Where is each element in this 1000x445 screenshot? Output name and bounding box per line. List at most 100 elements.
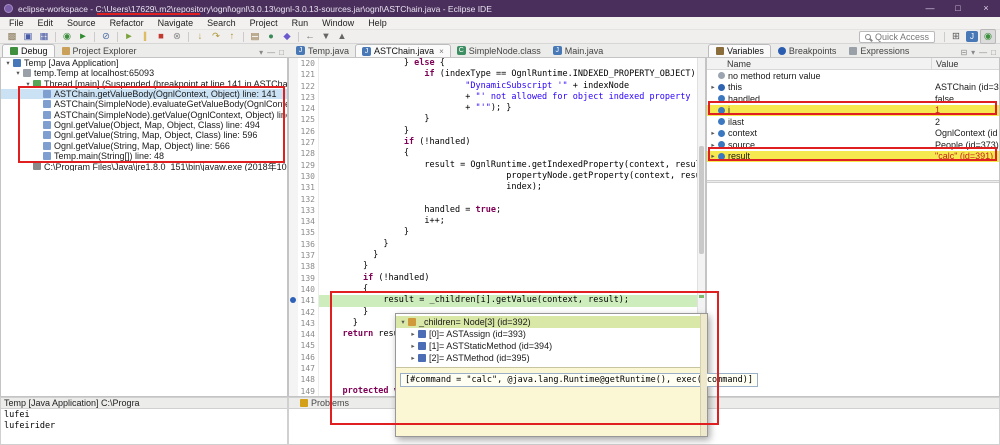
debug-tree-row[interactable]: Temp.main(String[]) line: 48 [1, 151, 287, 161]
maximize-button[interactable]: □ [944, 0, 972, 17]
annotation-ruler-cell[interactable] [289, 318, 298, 329]
code-line-132[interactable]: 132 [289, 194, 697, 205]
variable-row-no-method-return-value[interactable]: no method return value [707, 70, 999, 82]
tree-expander-icon[interactable]: ▸ [709, 83, 717, 91]
code-line-134[interactable]: 134 i++; [289, 216, 697, 227]
scrollbar-thumb[interactable] [699, 146, 704, 254]
code-line-138[interactable]: 138 } [289, 261, 697, 272]
collapse-all-icon[interactable]: ⊟ [960, 48, 967, 57]
menu-edit[interactable]: Edit [31, 18, 61, 28]
save-all-icon[interactable]: ▦ [36, 30, 52, 43]
resume-icon[interactable]: ► [121, 30, 137, 43]
variable-row-this[interactable]: ▸thisASTChain (id=39 [707, 82, 999, 94]
menu-help[interactable]: Help [361, 18, 394, 28]
annotation-ruler-cell[interactable] [289, 81, 298, 92]
annotation-ruler-cell[interactable] [289, 92, 298, 103]
popup-tree-row[interactable]: ▾_children= Node[3] (id=392) [396, 316, 707, 328]
java-perspective-icon[interactable]: J [966, 31, 978, 42]
tab-debug[interactable]: Debug [2, 44, 55, 57]
popup-tree-row[interactable]: ▸[2]= ASTMethod (id=395) [396, 352, 707, 364]
code-line-133[interactable]: 133 handled = true; [289, 205, 697, 216]
code-line-128[interactable]: 128 { [289, 148, 697, 159]
tree-expander-icon[interactable]: ▾ [14, 69, 22, 77]
annotation-ruler-cell[interactable] [289, 307, 298, 318]
code-line-140[interactable]: 140 { [289, 284, 697, 295]
editor-tab-astchain.java[interactable]: JASTChain.java× [355, 44, 451, 57]
debug-perspective-icon[interactable]: ◉ [980, 29, 996, 44]
code-line-123[interactable]: 123 + "' not allowed for object indexed … [289, 92, 697, 103]
menu-window[interactable]: Window [315, 18, 361, 28]
breakpoint-icon[interactable] [290, 297, 296, 303]
annotation-ruler-cell[interactable] [289, 340, 298, 351]
debug-tree-row[interactable]: ASTChain(SimpleNode).evaluateGetValueBod… [1, 99, 287, 109]
debug-tree-row[interactable]: Ognl.getValue(Object, Map, Object, Class… [1, 120, 287, 130]
column-name[interactable]: Name [707, 58, 931, 69]
debug-tree-row[interactable]: ASTChain.getValueBody(OgnlContext, Objec… [1, 89, 287, 99]
annotation-ruler-cell[interactable] [289, 171, 298, 182]
menu-run[interactable]: Run [285, 18, 316, 28]
close-icon[interactable]: × [439, 47, 444, 56]
editor-tab-main.java[interactable]: JMain.java [547, 44, 610, 57]
tree-expander-icon[interactable]: ▸ [409, 354, 417, 362]
tree-expander-icon[interactable]: ▸ [409, 330, 417, 338]
last-edit-location-icon[interactable]: ← [302, 30, 318, 43]
open-type-icon[interactable]: ◆ [279, 30, 295, 43]
code-line-121[interactable]: 121 if (indexType == OgnlRuntime.INDEXED… [289, 69, 697, 80]
new-java-project-icon[interactable]: ▤ [247, 30, 263, 43]
variable-row-source[interactable]: ▸sourcePeople (id=373) [707, 139, 999, 151]
debug-tree-row[interactable]: Ognl.getValue(String, Map, Object, Class… [1, 130, 287, 140]
popup-tree-row[interactable]: ▸[0]= ASTAssign (id=393) [396, 328, 707, 340]
tree-expander-icon[interactable]: ▸ [709, 141, 717, 149]
tab-variables[interactable]: Variables [708, 44, 771, 57]
variable-row-result[interactable]: ▸result"calc" (id=391) [707, 151, 999, 163]
debug-tree-row[interactable]: ASTChain(SimpleNode).getValue(OgnlContex… [1, 109, 287, 119]
popup-tree-row[interactable]: ▸[1]= ASTStaticMethod (id=394) [396, 340, 707, 352]
open-perspective-icon[interactable]: ⊞ [948, 30, 964, 43]
annotation-ruler-cell[interactable] [289, 69, 298, 80]
code-line-131[interactable]: 131 index); [289, 182, 697, 193]
view-menu-icon[interactable]: ▾ [971, 48, 975, 57]
popup-scrollbar[interactable] [700, 314, 707, 436]
column-value[interactable]: Value [931, 58, 999, 69]
annotation-ruler-cell[interactable] [289, 103, 298, 114]
code-line-129[interactable]: 129 result = OgnlRuntime.getIndexedPrope… [289, 160, 697, 171]
code-line-122[interactable]: 122 "DynamicSubscript '" + indexNode [289, 81, 697, 92]
variable-row-context[interactable]: ▸contextOgnlContext (id [707, 128, 999, 140]
tree-expander-icon[interactable]: ▸ [709, 152, 717, 160]
annotation-ruler-cell[interactable] [289, 205, 298, 216]
tree-expander-icon[interactable]: ▾ [399, 318, 407, 326]
menu-file[interactable]: File [2, 18, 31, 28]
tree-expander-icon[interactable]: ▸ [409, 342, 417, 350]
run-icon[interactable]: ► [75, 30, 91, 43]
code-line-136[interactable]: 136 } [289, 239, 697, 250]
close-button[interactable]: × [972, 0, 1000, 17]
menu-search[interactable]: Search [200, 18, 243, 28]
variable-row-i[interactable]: i1 [707, 105, 999, 117]
annotation-ruler-cell[interactable] [289, 284, 298, 295]
variable-row-ilast[interactable]: ilast2 [707, 116, 999, 128]
previous-annotation-icon[interactable]: ▲ [334, 30, 350, 43]
annotation-ruler-cell[interactable] [289, 194, 298, 205]
annotation-ruler-cell[interactable] [289, 227, 298, 238]
annotation-ruler-cell[interactable] [289, 126, 298, 137]
tab-project-explorer[interactable]: Project Explorer [55, 44, 143, 57]
skip-breakpoints-icon[interactable]: ⊘ [98, 30, 114, 43]
minimize-view-icon[interactable]: — [267, 48, 275, 57]
debug-tree-row[interactable]: C:\Program Files\Java\jre1.8.0_151\bin\j… [1, 161, 287, 171]
next-annotation-icon[interactable]: ▼ [318, 30, 334, 43]
code-line-137[interactable]: 137 } [289, 250, 697, 261]
annotation-ruler-cell[interactable] [289, 273, 298, 284]
annotation-ruler-cell[interactable] [289, 216, 298, 227]
code-line-120[interactable]: 120 } else { [289, 58, 697, 69]
new-wizard-icon[interactable]: ▩ [4, 30, 20, 43]
annotation-ruler-cell[interactable] [289, 137, 298, 148]
step-over-icon[interactable]: ↷ [208, 30, 224, 43]
code-line-127[interactable]: 127 if (!handled) [289, 137, 697, 148]
tab-breakpoints[interactable]: Breakpoints [771, 44, 843, 57]
code-line-130[interactable]: 130 propertyNode.getProperty(context, re… [289, 171, 697, 182]
console-title[interactable]: Temp [Java Application] C:\Progra [0, 397, 288, 409]
minimize-button[interactable]: — [916, 0, 944, 17]
code-line-141[interactable]: 141 result = _children[i].getValue(conte… [289, 295, 697, 306]
code-line-139[interactable]: 139 if (!handled) [289, 273, 697, 284]
annotation-ruler-cell[interactable] [289, 239, 298, 250]
